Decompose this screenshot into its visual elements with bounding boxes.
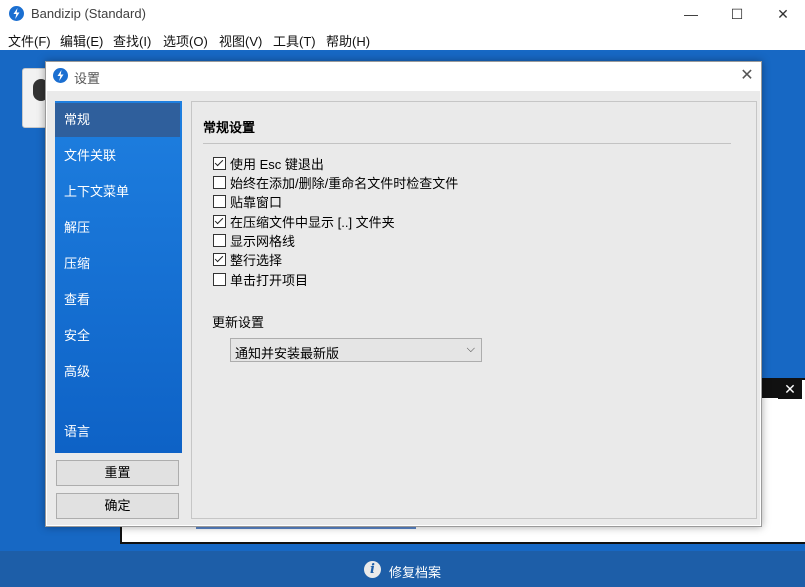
- checkbox[interactable]: [213, 194, 226, 208]
- select-value: 通知并安装最新版: [235, 346, 340, 361]
- section-title: 常规设置: [203, 120, 256, 135]
- option-label: 使用 Esc 键退出: [230, 156, 324, 172]
- menu-bar: 文件(F) 编辑(E) 查找(I) 选项(O) 视图(V) 工具(T) 帮助(H…: [0, 28, 805, 50]
- bandizip-logo-icon: [53, 68, 68, 83]
- checkbox[interactable]: [213, 156, 226, 170]
- sidebar-item-general[interactable]: 常规: [55, 103, 180, 137]
- menu-find[interactable]: 查找(I): [113, 31, 151, 50]
- option-show-parent-folder[interactable]: 在压缩文件中显示 [..] 文件夹: [213, 212, 395, 230]
- sidebar-item-view[interactable]: 查看: [55, 283, 180, 317]
- sidebar-item-context-menu[interactable]: 上下文菜单: [55, 175, 180, 209]
- option-label: 在压缩文件中显示 [..] 文件夹: [230, 214, 395, 230]
- menu-options[interactable]: 选项(O): [163, 31, 208, 50]
- option-label: 单击打开项目: [230, 272, 309, 288]
- option-show-gridlines[interactable]: 显示网格线: [213, 231, 295, 249]
- chevron-down-icon: ⌵: [466, 343, 475, 355]
- minimize-button[interactable]: —: [668, 0, 714, 28]
- sidebar-item-advanced[interactable]: 高级: [55, 355, 180, 389]
- option-label: 显示网格线: [230, 233, 296, 249]
- panel-close-icon[interactable]: ✕: [778, 379, 802, 399]
- menu-help[interactable]: 帮助(H): [326, 31, 370, 50]
- option-label: 整行选择: [230, 252, 283, 268]
- info-icon[interactable]: i: [364, 561, 381, 578]
- settings-content: 常规设置 使用 Esc 键退出 始终在添加/删除/重命名文件时检查文件 贴靠窗口…: [191, 101, 757, 519]
- maximize-button[interactable]: ☐: [714, 0, 760, 28]
- menu-file[interactable]: 文件(F): [8, 31, 51, 50]
- ok-button[interactable]: 确定: [56, 493, 179, 519]
- checkbox[interactable]: [213, 272, 226, 286]
- section-divider: [203, 143, 731, 144]
- settings-sidebar: 常规 文件关联 上下文菜单 解压 压缩 查看 安全 高级 语言: [55, 101, 182, 453]
- dialog-title: 设置: [74, 71, 101, 86]
- dialog-close-icon[interactable]: ✕: [736, 66, 758, 86]
- option-label: 贴靠窗口: [230, 194, 283, 210]
- reset-button[interactable]: 重置: [56, 460, 179, 486]
- option-full-row-select[interactable]: 整行选择: [213, 250, 282, 268]
- sidebar-item-security[interactable]: 安全: [55, 319, 180, 353]
- option-check-files[interactable]: 始终在添加/删除/重命名文件时检查文件: [213, 173, 458, 191]
- repair-archive-button[interactable]: 修复档案: [389, 562, 441, 581]
- sidebar-item-extract[interactable]: 解压: [55, 211, 180, 245]
- close-button[interactable]: ✕: [760, 0, 805, 28]
- window-title: Bandizip (Standard): [31, 6, 146, 21]
- checkbox[interactable]: [213, 214, 226, 228]
- title-bar: Bandizip (Standard) — ☐ ✕: [0, 0, 805, 28]
- sidebar-item-language[interactable]: 语言: [55, 415, 180, 449]
- update-settings-label: 更新设置: [212, 315, 265, 330]
- checkbox[interactable]: [213, 233, 226, 247]
- menu-view[interactable]: 视图(V): [219, 31, 262, 50]
- menu-edit[interactable]: 编辑(E): [60, 31, 103, 50]
- dialog-body: 常规 文件关联 上下文菜单 解压 压缩 查看 安全 高级 语言 重置 确定 常规…: [47, 91, 760, 525]
- checkbox[interactable]: [213, 252, 226, 266]
- checkbox[interactable]: [213, 175, 226, 189]
- update-settings-select[interactable]: 通知并安装最新版 ⌵: [230, 338, 482, 362]
- option-single-click-open[interactable]: 单击打开项目: [213, 270, 308, 288]
- settings-dialog: 设置 ✕ 常规 文件关联 上下文菜单 解压 压缩 查看 安全 高级 语言 重置 …: [45, 61, 762, 527]
- bandizip-logo-icon: [9, 6, 24, 21]
- option-esc-exit[interactable]: 使用 Esc 键退出: [213, 154, 324, 172]
- option-label: 始终在添加/删除/重命名文件时检查文件: [230, 175, 459, 191]
- sidebar-item-file-association[interactable]: 文件关联: [55, 139, 180, 173]
- option-snap-window[interactable]: 贴靠窗口: [213, 192, 282, 210]
- sidebar-item-compress[interactable]: 压缩: [55, 247, 180, 281]
- menu-tools[interactable]: 工具(T): [273, 31, 316, 50]
